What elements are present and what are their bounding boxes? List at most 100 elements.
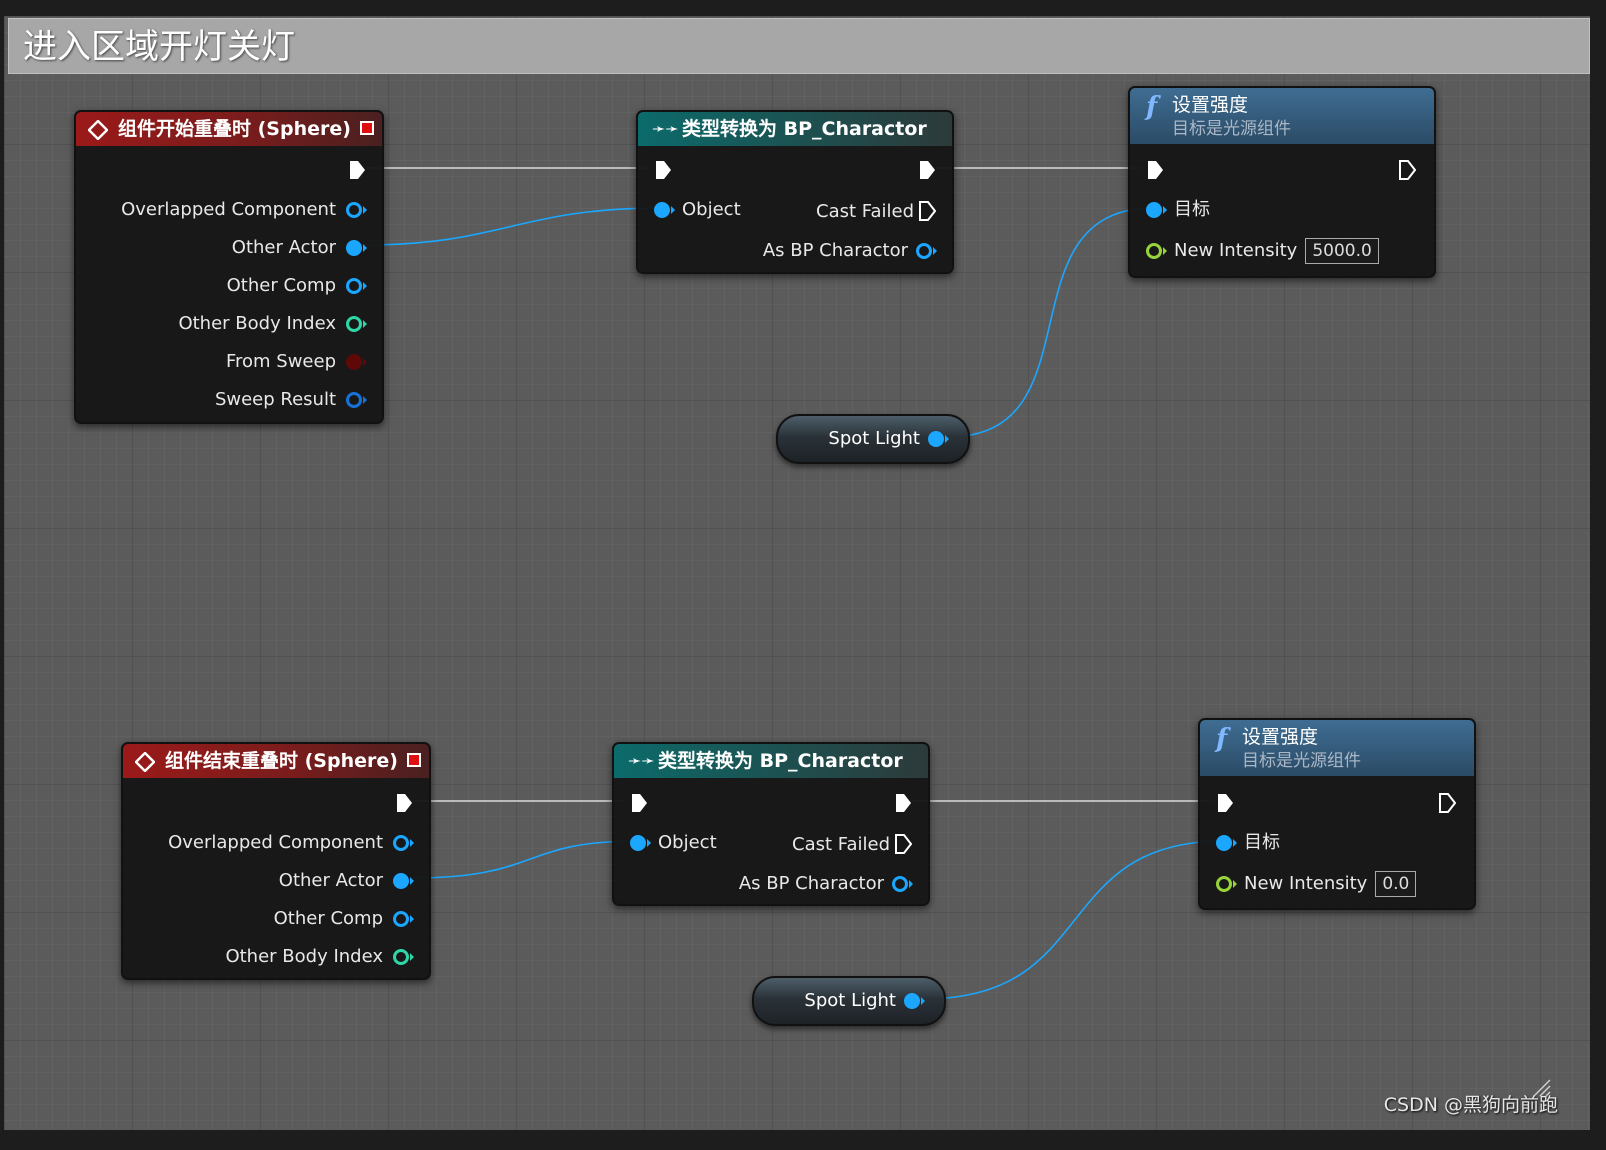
comment-box-header[interactable]: 进入区域开灯关灯 <box>8 18 1590 74</box>
event-node-begin-overlap[interactable]: 组件开始重叠时 (Sphere) Overlapped Component Ot… <box>74 110 384 424</box>
node-subtitle: 目标是光源组件 <box>1242 751 1361 771</box>
exec-out-pin-empty[interactable] <box>918 201 936 221</box>
object-pin[interactable] <box>904 993 920 1009</box>
float-pin[interactable] <box>1216 876 1232 892</box>
pin-arrow <box>363 282 367 290</box>
node-title: 组件结束重叠时 (Sphere) <box>165 750 398 772</box>
pin-other-actor: Other Actor <box>278 870 383 891</box>
pin-object: Object <box>682 199 741 220</box>
exec-in-pin[interactable] <box>1216 793 1234 813</box>
struct-pin[interactable] <box>346 392 362 408</box>
exec-in-pin[interactable] <box>654 160 672 180</box>
node-title: 组件开始重叠时 (Sphere) <box>118 118 351 140</box>
node-title: 设置强度 <box>1172 94 1249 116</box>
pin-arrow <box>363 396 367 404</box>
node-title: 设置强度 <box>1242 726 1319 748</box>
getter-label: Spot Light <box>828 428 920 449</box>
int-pin[interactable] <box>393 949 409 965</box>
intensity-value-field[interactable]: 5000.0 <box>1305 238 1379 264</box>
pin-from-sweep: From Sweep <box>225 351 336 372</box>
pin-overlapped-component: Overlapped Component <box>168 832 383 853</box>
pin-arrow <box>410 877 414 885</box>
pin-new-intensity: New Intensity 5000.0 <box>1174 238 1379 264</box>
bool-pin[interactable] <box>346 354 362 370</box>
pin-as-bp-charactor: As BP Charactor <box>762 240 908 261</box>
pin-arrow <box>410 953 414 961</box>
object-pin[interactable] <box>1146 202 1162 218</box>
object-pin[interactable] <box>346 202 362 218</box>
pin-arrow <box>945 435 949 443</box>
node-title: 类型转换为 BP_Charactor <box>682 118 927 140</box>
spot-light-getter-top[interactable]: Spot Light <box>776 414 970 464</box>
function-node-set-intensity-bottom[interactable]: f 设置强度 目标是光源组件 目标 New Intensity 0.0 <box>1198 718 1476 910</box>
cast-arrows-icon: ➛➛ <box>628 751 655 770</box>
pin-arrow <box>363 206 367 214</box>
pin-other-comp: Other Comp <box>226 275 336 296</box>
exec-out-pin-empty[interactable] <box>1398 160 1416 180</box>
exec-out-pin[interactable] <box>918 160 936 180</box>
object-pin[interactable] <box>393 873 409 889</box>
intensity-value-field[interactable]: 0.0 <box>1375 871 1417 897</box>
pin-cast-failed: Cast Failed <box>816 201 914 222</box>
cast-node-bottom[interactable]: ➛➛ 类型转换为 BP_Charactor Object Cast Failed… <box>612 742 930 906</box>
pin-arrow <box>921 997 925 1005</box>
node-header[interactable]: 组件结束重叠时 (Sphere) <box>123 744 429 778</box>
object-pin[interactable] <box>393 835 409 851</box>
object-pin[interactable] <box>928 431 944 447</box>
pin-cast-failed: Cast Failed <box>792 834 890 855</box>
node-header[interactable]: f 设置强度 目标是光源组件 <box>1130 88 1434 144</box>
int-pin[interactable] <box>346 316 362 332</box>
exec-out-pin[interactable] <box>395 793 413 813</box>
object-pin[interactable] <box>630 835 646 851</box>
object-pin[interactable] <box>654 202 670 218</box>
exec-in-pin[interactable] <box>630 793 648 813</box>
exec-in-pin[interactable] <box>1146 160 1164 180</box>
object-pin[interactable] <box>393 911 409 927</box>
watermark: CSDN @黑狗向前跑 <box>1383 1094 1558 1116</box>
function-node-set-intensity-top[interactable]: f 设置强度 目标是光源组件 目标 New Intensity 5000.0 <box>1128 86 1436 278</box>
pin-overlapped-component: Overlapped Component <box>121 199 336 220</box>
node-subtitle: 目标是光源组件 <box>1172 119 1291 139</box>
pin-other-comp: Other Comp <box>273 908 383 929</box>
pin-other-body-index: Other Body Index <box>225 946 383 967</box>
object-pin[interactable] <box>346 240 362 256</box>
pin-arrow <box>410 915 414 923</box>
delegate-square-icon[interactable] <box>360 121 374 135</box>
object-pin[interactable] <box>892 876 908 892</box>
pin-arrow <box>1233 839 1237 847</box>
object-pin[interactable] <box>346 278 362 294</box>
pin-arrow <box>363 320 367 328</box>
pin-object: Object <box>658 832 717 853</box>
exec-out-pin-empty[interactable] <box>894 834 912 854</box>
pin-new-intensity: New Intensity 0.0 <box>1244 871 1417 897</box>
pin-arrow <box>671 206 675 214</box>
pin-arrow <box>410 839 414 847</box>
pin-arrow <box>933 247 937 255</box>
pin-arrow <box>1163 247 1167 255</box>
node-header[interactable]: ➛➛ 类型转换为 BP_Charactor <box>614 744 928 778</box>
delegate-square-icon[interactable] <box>407 753 421 767</box>
node-header[interactable]: 组件开始重叠时 (Sphere) <box>76 112 382 146</box>
exec-out-pin-empty[interactable] <box>1438 793 1456 813</box>
pin-target: 目标 <box>1174 199 1210 220</box>
event-diamond-icon <box>135 752 155 772</box>
pin-other-body-index: Other Body Index <box>178 313 336 334</box>
cast-node-top[interactable]: ➛➛ 类型转换为 BP_Charactor Object Cast Failed… <box>636 110 954 274</box>
spot-light-getter-bottom[interactable]: Spot Light <box>752 976 946 1026</box>
pin-sweep-result: Sweep Result <box>214 389 336 410</box>
node-header[interactable]: f 设置强度 目标是光源组件 <box>1200 720 1474 776</box>
float-pin[interactable] <box>1146 243 1162 259</box>
exec-out-pin[interactable] <box>348 160 366 180</box>
function-f-icon: f <box>1146 92 1158 122</box>
cast-arrows-icon: ➛➛ <box>652 119 679 138</box>
object-pin[interactable] <box>1216 835 1232 851</box>
pin-arrow <box>647 839 651 847</box>
exec-out-pin[interactable] <box>894 793 912 813</box>
event-node-end-overlap[interactable]: 组件结束重叠时 (Sphere) Overlapped Component Ot… <box>121 742 431 980</box>
pin-arrow <box>363 244 367 252</box>
node-header[interactable]: ➛➛ 类型转换为 BP_Charactor <box>638 112 952 146</box>
object-pin[interactable] <box>916 243 932 259</box>
pin-target: 目标 <box>1244 832 1280 853</box>
pin-arrow <box>909 880 913 888</box>
comment-title: 进入区域开灯关灯 <box>23 27 295 67</box>
